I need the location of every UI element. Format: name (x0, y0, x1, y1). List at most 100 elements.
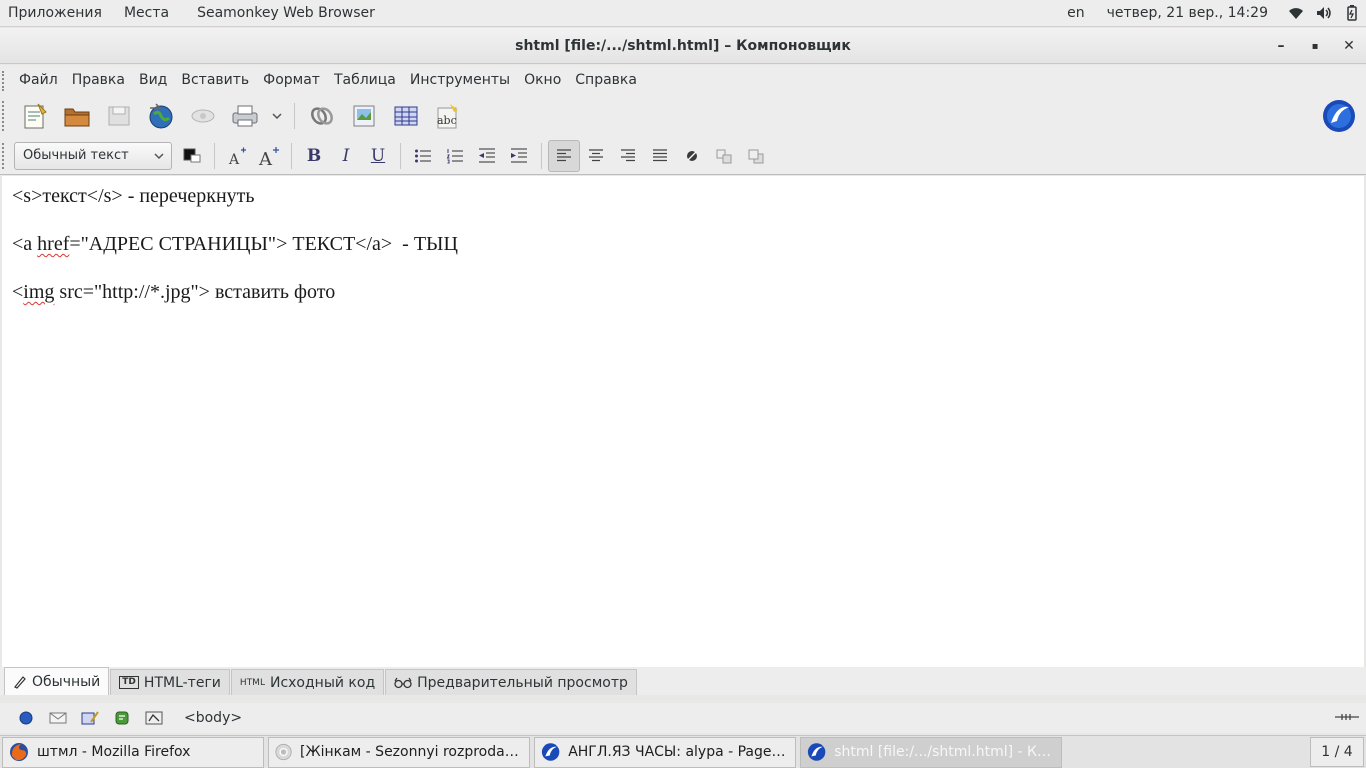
chevron-down-icon (153, 149, 165, 167)
tab-source[interactable]: HTML Исходный код (230, 669, 385, 695)
composer-icon[interactable] (74, 704, 106, 732)
task-firefox[interactable]: штмл - Mozilla Firefox (2, 736, 264, 768)
volume-icon[interactable] (1310, 0, 1338, 27)
editor-line: <s>текст</s> - перечеркнуть (12, 184, 1354, 232)
menu-help[interactable]: Справка (568, 72, 644, 88)
address-book-icon[interactable] (138, 704, 170, 732)
tab-normal[interactable]: Обычный (4, 667, 110, 695)
justify-icon[interactable] (644, 140, 676, 172)
tab-label: Предварительный просмотр (417, 674, 628, 691)
task-seamonkey-forum[interactable]: АНГЛ.ЯЗ ЧАСЫ: alypa - Page 2 - S... (534, 736, 796, 768)
menu-file[interactable]: Файл (12, 72, 65, 88)
position-icon[interactable] (676, 140, 708, 172)
underline-button[interactable]: U (362, 140, 394, 172)
bring-forward-icon[interactable] (708, 140, 740, 172)
align-right-icon[interactable] (612, 140, 644, 172)
tab-label: Обычный (32, 673, 101, 690)
image-icon[interactable] (343, 96, 385, 136)
align-center-icon[interactable] (580, 140, 612, 172)
window-titlebar[interactable]: shtml [file:/.../shtml.html] – Компоновщ… (0, 28, 1366, 64)
app-menu[interactable]: Seamonkey Web Browser (189, 5, 383, 21)
svg-text:A: A (228, 152, 240, 166)
paragraph-style-select[interactable]: Обычный текст (14, 141, 172, 170)
toolbar-grip[interactable] (2, 101, 7, 131)
menu-edit[interactable]: Правка (65, 72, 132, 88)
bold-button[interactable]: B (298, 140, 330, 172)
editor-text: ="АДРЕС СТРАНИЦЫ"> ТЕКСТ</a> - ТЫЦ (69, 233, 458, 255)
battery-icon[interactable] (1338, 0, 1366, 27)
places-menu[interactable]: Места (116, 5, 177, 21)
menu-format[interactable]: Формат (256, 72, 327, 88)
menu-table[interactable]: Таблица (327, 72, 403, 88)
tab-html-tags[interactable]: TD HTML-теги (110, 669, 230, 695)
send-backward-icon[interactable] (740, 140, 772, 172)
keyboard-layout[interactable]: en (1059, 5, 1093, 21)
maximize-button[interactable]: ▪ (1298, 28, 1332, 64)
outdent-icon[interactable] (471, 140, 503, 172)
task-chrome[interactable]: [Жінкам - Sezonnyi rozprodazh - 3 ... (268, 736, 530, 768)
spell-check-label: abc (437, 114, 457, 127)
print-icon[interactable] (224, 96, 266, 136)
misspelled-word: img (23, 281, 55, 303)
minimize-button[interactable]: – (1264, 28, 1298, 64)
chat-icon[interactable] (106, 704, 138, 732)
toolbar-separator (294, 103, 295, 129)
paragraph-style-value: Обычный текст (23, 148, 129, 163)
preview-glasses-icon (394, 677, 412, 688)
navigator-icon[interactable] (10, 704, 42, 732)
editor-area[interactable]: <s>текст</s> - перечеркнуть <a href="АДР… (2, 176, 1364, 667)
toolbar-grip[interactable] (2, 143, 7, 169)
menu-tools[interactable]: Инструменты (403, 72, 517, 88)
workspace-indicator[interactable]: 1 / 4 (1310, 737, 1364, 767)
mail-icon[interactable] (42, 704, 74, 732)
tag-path-body[interactable]: <body> (184, 710, 242, 726)
close-button[interactable]: ✕ (1332, 28, 1366, 64)
italic-button[interactable]: I (330, 140, 362, 172)
resize-grip-icon[interactable] (1334, 710, 1360, 726)
save-icon[interactable] (98, 96, 140, 136)
applications-menu[interactable]: Приложения (0, 5, 110, 21)
toolbar-separator (400, 142, 401, 169)
open-folder-icon[interactable] (56, 96, 98, 136)
window-title: shtml [file:/.../shtml.html] – Компоновщ… (515, 37, 851, 54)
larger-font-icon[interactable]: A (253, 140, 285, 172)
menu-window[interactable]: Окно (517, 72, 568, 88)
clock[interactable]: четвер, 21 вер., 14:29 (1093, 5, 1282, 21)
task-label: shtml [file:/.../shtml.html] - Компо... (834, 744, 1055, 760)
seamonkey-throbber-icon[interactable] (1318, 96, 1360, 136)
composition-toolbar: abc (0, 95, 1366, 137)
smaller-font-icon[interactable]: A (221, 140, 253, 172)
task-seamonkey-composer[interactable]: shtml [file:/.../shtml.html] - Компо... (800, 736, 1062, 768)
indent-icon[interactable] (503, 140, 535, 172)
text-color-picker-icon[interactable] (176, 140, 208, 172)
toolbar-separator (291, 142, 292, 169)
numbered-list-icon[interactable] (439, 140, 471, 172)
print-dropdown-chevron-icon[interactable] (266, 96, 288, 136)
editor-line: <img src="http://*.jpg"> вставить фото (12, 280, 1354, 328)
task-label: АНГЛ.ЯЗ ЧАСЫ: alypa - Page 2 - S... (568, 744, 789, 760)
tab-preview[interactable]: Предварительный просмотр (385, 669, 637, 695)
menu-view[interactable]: Вид (132, 72, 174, 88)
editor-text: <a (12, 233, 38, 255)
bullet-list-icon[interactable] (407, 140, 439, 172)
gnome-top-bar: Приложения Места Seamonkey Web Browser e… (0, 0, 1366, 27)
toolbar-grip[interactable] (2, 71, 7, 91)
svg-text:A: A (258, 149, 273, 167)
spell-check-icon[interactable]: abc (427, 96, 469, 136)
preview-icon[interactable] (182, 96, 224, 136)
seamonkey-icon (807, 743, 826, 761)
new-doc-icon[interactable] (14, 96, 56, 136)
misspelled-word: href (37, 233, 70, 255)
task-label: штмл - Mozilla Firefox (37, 744, 191, 760)
table-icon[interactable] (385, 96, 427, 136)
align-left-icon[interactable] (548, 139, 580, 172)
pen-icon (14, 675, 26, 689)
menubar: Файл Правка Вид Вставить Формат Таблица … (0, 65, 1366, 95)
menu-insert[interactable]: Вставить (174, 72, 256, 88)
html-code-icon: HTML (239, 677, 265, 688)
td-tag-icon: TD (119, 676, 139, 689)
toolbar-separator (214, 142, 215, 169)
publish-icon[interactable] (140, 96, 182, 136)
link-icon[interactable] (301, 96, 343, 136)
wifi-icon[interactable] (1282, 0, 1310, 27)
